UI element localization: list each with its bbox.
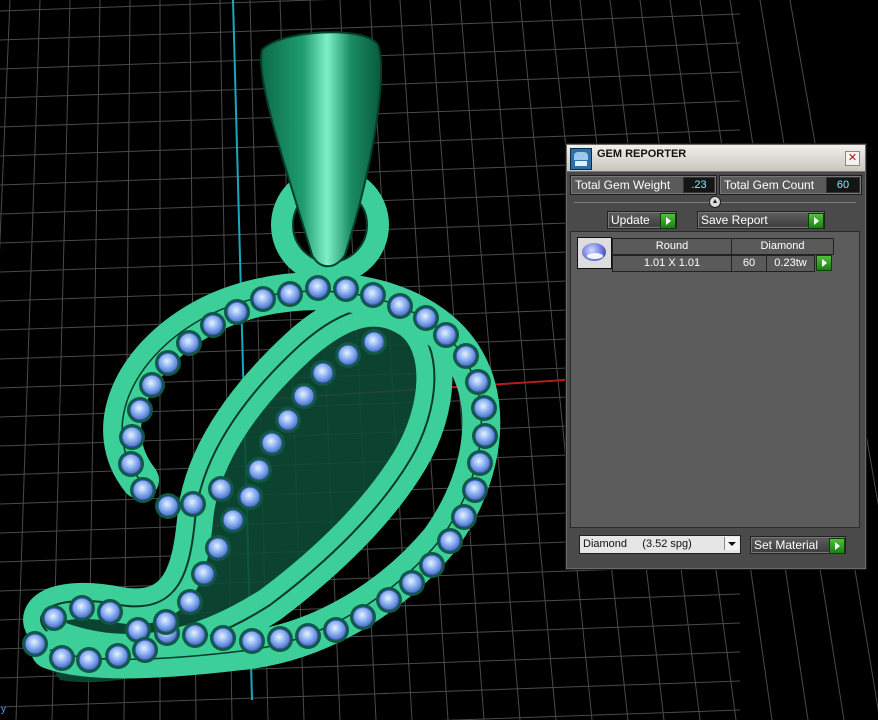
gem-stone	[337, 344, 359, 366]
update-button-label: Update	[611, 213, 650, 227]
gem-stone	[473, 397, 495, 419]
save-report-label: Save Report	[701, 213, 768, 227]
gem-stone	[51, 647, 73, 669]
gem-stone	[134, 639, 156, 661]
total-gem-count-field: Total Gem Count 60	[719, 175, 862, 195]
gem-stone	[193, 563, 215, 585]
gem-reporter-panel[interactable]: GEM REPORTER ✕ Total Gem Weight .23 Tota…	[565, 143, 867, 570]
gem-stone	[210, 478, 232, 500]
gem-stone	[455, 345, 477, 367]
gem-stone	[352, 606, 374, 628]
gem-stone	[202, 314, 224, 336]
gem-stone	[182, 493, 204, 515]
play-arrow-icon	[829, 538, 845, 554]
gem-stone	[297, 625, 319, 647]
set-material-label: Set Material	[754, 538, 819, 552]
gem-weight-cell: 0.23tw	[766, 255, 815, 272]
gem-stone	[312, 362, 334, 384]
gem-stone	[474, 425, 496, 447]
collapse-toggle[interactable]	[709, 196, 721, 208]
gem-stone	[141, 374, 163, 396]
gem-stone	[184, 624, 206, 646]
gem-thumbnail-icon[interactable]	[577, 237, 612, 269]
gem-stone	[307, 277, 329, 299]
gem-stone	[335, 278, 357, 300]
gem-stone	[226, 301, 248, 323]
gem-stone	[222, 509, 244, 531]
gem-reporter-icon	[570, 148, 592, 170]
play-arrow-icon	[808, 213, 824, 229]
gem-stone	[421, 554, 443, 576]
set-material-button[interactable]: Set Material	[750, 536, 846, 554]
gem-stone	[439, 530, 461, 552]
gem-stone	[469, 452, 491, 474]
gem-stone	[378, 589, 400, 611]
gem-stone	[239, 486, 261, 508]
material-select[interactable]: Diamond (3.52 spg)	[579, 535, 741, 554]
gem-stone	[401, 572, 423, 594]
pendant-model[interactable]	[22, 31, 501, 683]
gem-stone	[99, 601, 121, 623]
gem-stone	[415, 307, 437, 329]
gem-stone	[157, 352, 179, 374]
update-button[interactable]: Update	[607, 211, 677, 229]
gem-reporter-titlebar[interactable]: GEM REPORTER ✕	[567, 145, 865, 172]
gem-stone	[363, 331, 385, 353]
gem-list[interactable]: Round Diamond 1.01 X 1.01 60 0.23tw	[570, 231, 860, 528]
gem-stone	[362, 284, 384, 306]
gem-stone	[24, 633, 46, 655]
gem-stone	[78, 649, 100, 671]
gem-stone	[179, 591, 201, 613]
row-action-arrow-icon[interactable]	[816, 255, 832, 271]
gem-count-cell: 60	[731, 255, 767, 272]
grid-line	[0, 0, 11, 253]
gem-material-cell: Diamond	[731, 238, 834, 255]
grid-line	[0, 13, 741, 41]
gem-size-cell: 1.01 X 1.01	[612, 255, 732, 272]
gem-stone	[121, 426, 143, 448]
gem-stone	[389, 295, 411, 317]
save-report-button[interactable]: Save Report	[697, 211, 825, 229]
gem-stone	[132, 479, 154, 501]
gem-stone	[157, 495, 179, 517]
play-arrow-icon	[660, 213, 676, 229]
gem-stone	[467, 371, 489, 393]
gem-stone	[453, 506, 475, 528]
gem-stone	[325, 619, 347, 641]
gem-stone	[155, 611, 177, 633]
gem-stone	[464, 479, 486, 501]
gem-stone	[277, 409, 299, 431]
gem-reporter-title: GEM REPORTER	[597, 148, 687, 160]
close-icon[interactable]: ✕	[845, 151, 860, 166]
gem-stone	[241, 630, 263, 652]
total-gem-weight-value: .23	[683, 177, 715, 193]
gem-stone	[248, 459, 270, 481]
gem-stone	[252, 288, 274, 310]
axis-indicator-y: y	[1, 704, 6, 715]
gem-shape-cell: Round	[612, 238, 732, 255]
gem-stone	[43, 607, 65, 629]
total-gem-count-value: 60	[826, 177, 860, 193]
gem-stone	[120, 453, 142, 475]
gem-stone	[269, 628, 291, 650]
gem-stone	[435, 324, 457, 346]
gem-stone	[129, 399, 151, 421]
gem-stone	[293, 385, 315, 407]
material-select-value: Diamond (3.52 spg)	[583, 538, 692, 550]
gem-stone	[71, 597, 93, 619]
total-gem-count-label: Total Gem Count	[724, 178, 815, 192]
gem-stone	[212, 627, 234, 649]
total-gem-weight-field: Total Gem Weight .23	[570, 175, 717, 195]
chevron-down-icon[interactable]	[724, 537, 739, 550]
gem-stone	[207, 537, 229, 559]
grid-line	[441, 709, 741, 720]
gem-stone	[261, 432, 283, 454]
grid-line	[0, 680, 741, 708]
gem-stone	[279, 283, 301, 305]
gem-stone	[107, 645, 129, 667]
gem-stone	[178, 332, 200, 354]
total-gem-weight-label: Total Gem Weight	[575, 178, 671, 192]
